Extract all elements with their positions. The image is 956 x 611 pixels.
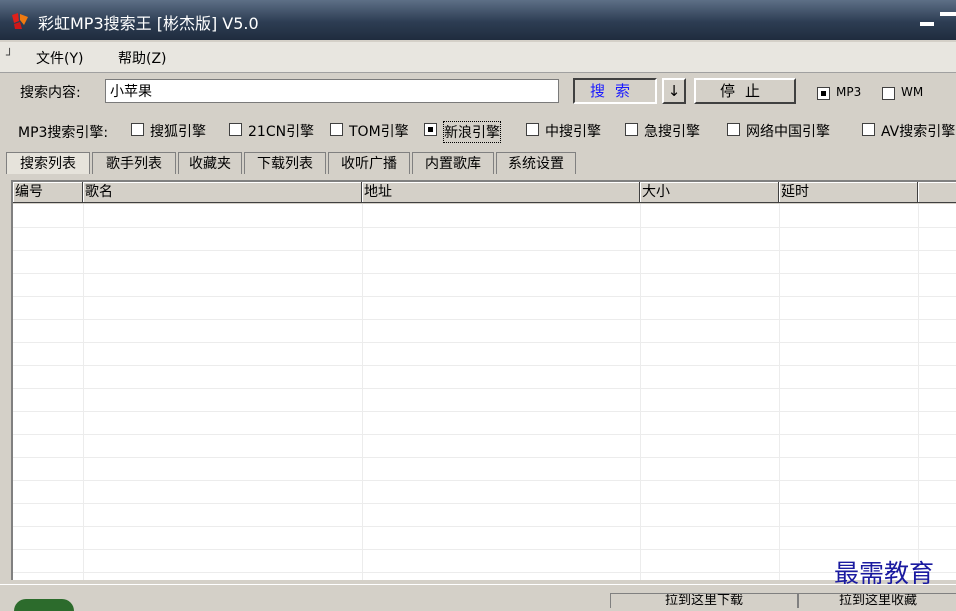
tab-settings[interactable]: 系统设置 bbox=[496, 152, 576, 174]
table-body[interactable] bbox=[13, 204, 956, 580]
status-bar: 拉到这里下载 拉到这里收藏 bbox=[0, 584, 956, 611]
maximize-button[interactable] bbox=[940, 12, 956, 16]
format-mp3-radio[interactable] bbox=[817, 87, 830, 100]
engine-checkbox-jisou[interactable] bbox=[625, 123, 638, 136]
tab-download-list[interactable]: 下载列表 bbox=[244, 152, 326, 174]
drop-to-download[interactable]: 拉到这里下载 bbox=[610, 593, 798, 608]
menu-help[interactable]: 帮助(Z) bbox=[118, 48, 167, 68]
search-dropdown-button[interactable]: ↓ bbox=[662, 78, 686, 104]
drop-to-favorite[interactable]: 拉到这里收藏 bbox=[798, 593, 956, 608]
column-header-song[interactable]: 歌名 bbox=[83, 182, 362, 203]
engine-label-tom: TOM引擎 bbox=[349, 124, 409, 140]
engine-label-zhongsou: 中搜引擎 bbox=[545, 124, 601, 140]
column-header-extra bbox=[918, 182, 956, 203]
format-wm-label: WM bbox=[901, 85, 924, 99]
search-button[interactable]: 搜索 bbox=[573, 78, 657, 104]
engine-checkbox-av[interactable] bbox=[862, 123, 875, 136]
results-table: 编号 歌名 地址 大小 延时 bbox=[11, 180, 956, 580]
tab-search-list[interactable]: 搜索列表 bbox=[6, 152, 90, 174]
tab-builtin-library[interactable]: 内置歌库 bbox=[412, 152, 494, 174]
engine-checkbox-sohu[interactable] bbox=[131, 123, 144, 136]
engine-checkbox-netchina[interactable] bbox=[727, 123, 740, 136]
stop-button[interactable]: 停止 bbox=[694, 78, 796, 104]
engine-checkbox-zhongsou[interactable] bbox=[526, 123, 539, 136]
engine-label-av: AV搜索引擎 bbox=[881, 124, 956, 140]
menu-grip-icon: ┘ bbox=[6, 48, 14, 62]
logo-icon bbox=[14, 599, 74, 611]
engine-label-netchina: 网络中国引擎 bbox=[746, 124, 830, 140]
table-header: 编号 歌名 地址 大小 延时 bbox=[13, 182, 956, 204]
search-input[interactable] bbox=[105, 79, 559, 103]
column-header-size[interactable]: 大小 bbox=[640, 182, 779, 203]
engine-selector: MP3搜索引擎: 搜狐引擎 21CN引擎 TOM引擎 新浪引擎 中搜引擎 急搜引… bbox=[0, 114, 956, 148]
engine-checkbox-21cn[interactable] bbox=[229, 123, 242, 136]
engine-label-sina: 新浪引擎 bbox=[443, 121, 501, 143]
menu-bar: ┘ 文件(Y) 帮助(Z) bbox=[0, 42, 956, 73]
engine-label-jisou: 急搜引擎 bbox=[644, 124, 700, 140]
column-header-delay[interactable]: 延时 bbox=[779, 182, 918, 203]
column-header-address[interactable]: 地址 bbox=[362, 182, 640, 203]
tab-favorites[interactable]: 收藏夹 bbox=[178, 152, 242, 174]
engine-label-sohu: 搜狐引擎 bbox=[150, 124, 206, 140]
menu-file[interactable]: 文件(Y) bbox=[36, 48, 83, 68]
minimize-button[interactable] bbox=[920, 12, 936, 28]
format-mp3-label: MP3 bbox=[836, 85, 862, 99]
window-title: 彩虹MP3搜索王 [彬杰版] V5.0 bbox=[38, 14, 259, 33]
search-label: 搜索内容: bbox=[20, 85, 81, 101]
app-logo-icon bbox=[12, 13, 28, 29]
engine-label-21cn: 21CN引擎 bbox=[248, 124, 315, 140]
format-wm-checkbox[interactable] bbox=[882, 87, 895, 100]
tab-singer-list[interactable]: 歌手列表 bbox=[92, 152, 176, 174]
tab-radio[interactable]: 收听广播 bbox=[328, 152, 410, 174]
engine-checkbox-sina[interactable] bbox=[424, 123, 437, 136]
engine-label: MP3搜索引擎: bbox=[18, 125, 109, 141]
engine-checkbox-tom[interactable] bbox=[330, 123, 343, 136]
title-bar: 彩虹MP3搜索王 [彬杰版] V5.0 bbox=[0, 0, 956, 40]
column-header-number[interactable]: 编号 bbox=[13, 182, 83, 203]
